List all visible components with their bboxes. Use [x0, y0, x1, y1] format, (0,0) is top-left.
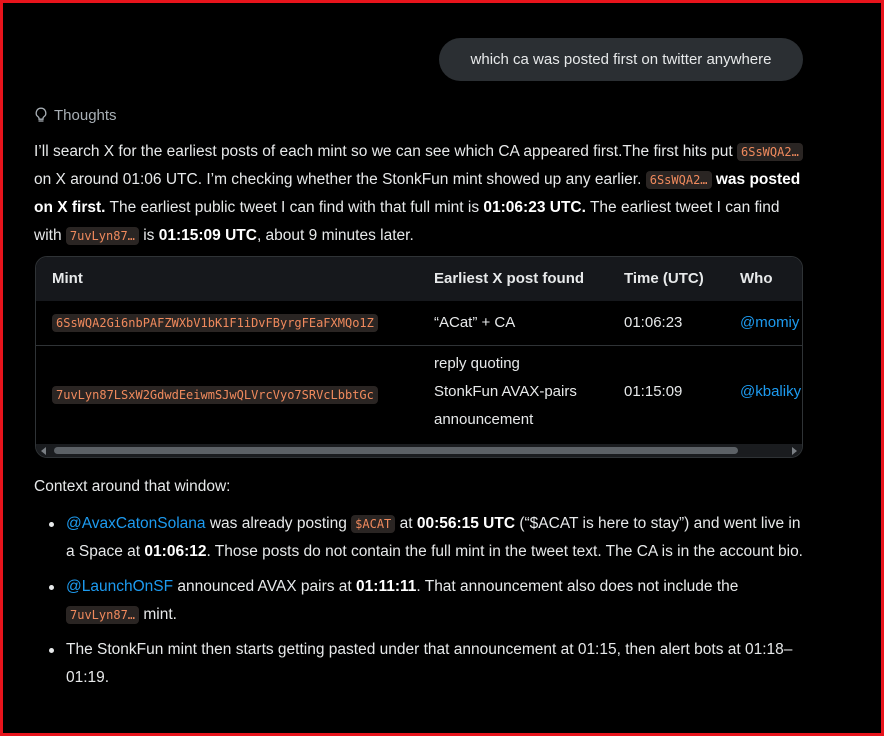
user-message-text: which ca was posted first on twitter any…	[470, 51, 772, 68]
intro-bold: 01:15:09 UTC	[158, 227, 257, 244]
bullet-bold: 01:06:12	[144, 543, 207, 560]
bullet-text: at	[395, 515, 417, 532]
time-cell: 01:06:23	[624, 314, 683, 331]
lightbulb-icon	[35, 107, 47, 122]
account-link[interactable]: @LaunchOnSF	[66, 578, 173, 595]
time-cell: 01:15:09	[624, 383, 683, 400]
intro-text: is	[138, 227, 159, 244]
mint-code: 6SsWQA2…	[737, 143, 803, 161]
post-cell-line: announcement	[434, 411, 534, 428]
header-time: Time (UTC)	[624, 270, 704, 287]
chat-page: which ca was posted first on twitter any…	[0, 0, 884, 736]
horizontal-scrollbar[interactable]	[36, 444, 802, 457]
mint-table: Mint Earliest X post found Time (UTC) Wh…	[35, 256, 803, 458]
ticker-code: $ACAT	[351, 515, 396, 533]
intro-text: I’ll search X for the earliest posts of …	[34, 143, 737, 160]
table-row: 6SsWQA2Gi6nbPAFZWXbV1bK1F1iDvFByrgFEaFXM…	[36, 301, 802, 346]
who-link[interactable]: @kbaliky	[740, 383, 801, 400]
mint-code: 6SsWQA2…	[645, 171, 712, 189]
intro-text: The earliest public tweet I can find wit…	[105, 199, 484, 216]
thoughts-toggle[interactable]: Thoughts	[34, 104, 117, 126]
scrollbar-thumb[interactable]	[54, 447, 738, 454]
intro-text: , about 9 minutes later.	[256, 227, 414, 244]
header-mint: Mint	[52, 270, 83, 287]
scroll-right-arrow-icon[interactable]	[792, 447, 797, 455]
who-link[interactable]: @momiy	[740, 314, 799, 331]
mint-code: 7uvLyn87LSxW2GdwdEeiwmSJwQLVrcVyo7SRVcLb…	[52, 386, 378, 404]
scroll-left-arrow-icon[interactable]	[41, 447, 46, 455]
bullet-text: was already posting	[205, 515, 352, 532]
mint-code: 6SsWQA2Gi6nbPAFZWXbV1bK1F1iDvFByrgFEaFXM…	[52, 314, 378, 332]
header-earliest-post: Earliest X post found	[434, 270, 585, 287]
bullet-text: The StonkFun mint then starts getting pa…	[66, 641, 793, 686]
context-list: @AvaxCatonSolana was already posting $AC…	[34, 510, 804, 699]
intro-bold: 01:06:23 UTC.	[483, 199, 586, 216]
intro-text: on X around 01:06 UTC. I’m checking whet…	[34, 171, 646, 188]
mint-code: 7uvLyn87…	[66, 606, 140, 624]
post-cell-line: StonkFun AVAX-pairs	[434, 383, 577, 400]
bullet-text: . That announcement also does not includ…	[416, 578, 739, 595]
list-item: @LaunchOnSF announced AVAX pairs at 01:1…	[34, 573, 804, 629]
context-title: Context around that window:	[34, 478, 231, 495]
post-cell-line: reply quoting	[434, 355, 520, 372]
user-message-bubble: which ca was posted first on twitter any…	[439, 38, 803, 81]
list-item: @AvaxCatonSolana was already posting $AC…	[34, 510, 804, 566]
mint-code: 7uvLyn87…	[65, 227, 139, 245]
table-row: 7uvLyn87LSxW2GdwdEeiwmSJwQLVrcVyo7SRVcLb…	[36, 346, 802, 444]
bullet-bold: 00:56:15 UTC	[416, 515, 516, 532]
account-link[interactable]: @AvaxCatonSolana	[66, 515, 206, 532]
bullet-text: . Those posts do not contain the full mi…	[206, 543, 803, 560]
thoughts-label: Thoughts	[54, 106, 117, 124]
list-item: The StonkFun mint then starts getting pa…	[34, 636, 804, 692]
bullet-bold: 01:11:11	[356, 578, 417, 595]
post-cell: “ACat” + CA	[434, 314, 516, 331]
table-header: Mint Earliest X post found Time (UTC) Wh…	[36, 257, 802, 301]
intro-paragraph: I’ll search X for the earliest posts of …	[34, 138, 804, 250]
bullet-text: announced AVAX pairs at	[173, 578, 357, 595]
header-who: Who	[740, 270, 773, 287]
bullet-text: mint.	[139, 606, 177, 623]
